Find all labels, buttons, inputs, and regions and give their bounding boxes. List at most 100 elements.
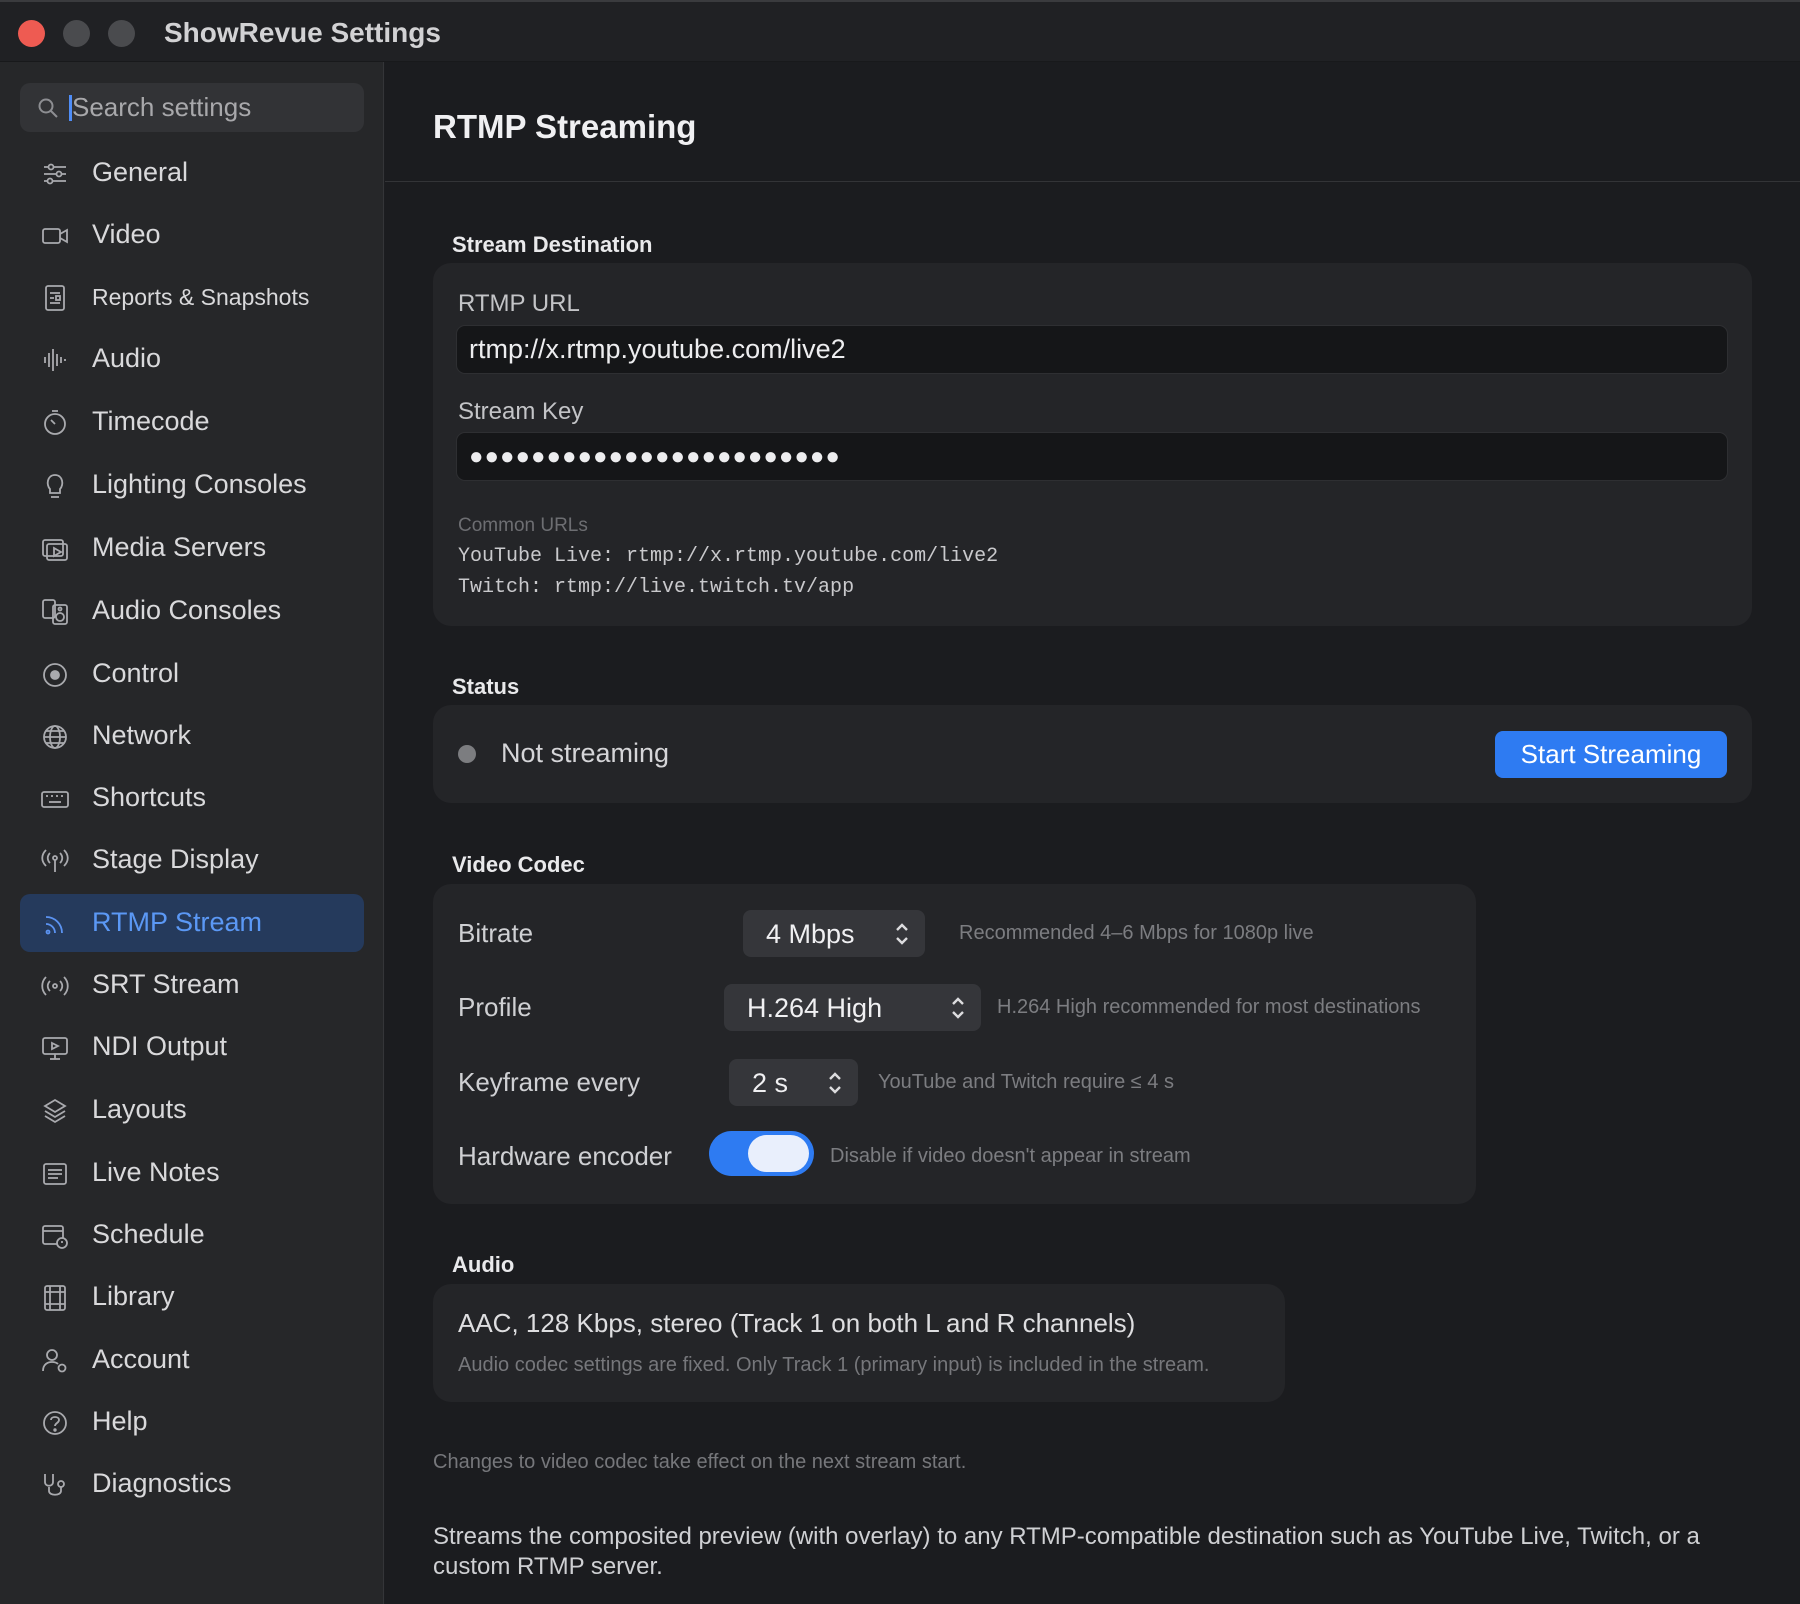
sidebar-item-lighting-consoles[interactable]: Lighting Consoles	[20, 456, 364, 514]
audio-hint: Audio codec settings are fixed. Only Tra…	[458, 1354, 1210, 1376]
page-title: RTMP Streaming	[433, 108, 697, 145]
search-box[interactable]	[20, 83, 364, 132]
help-circle-icon	[40, 1408, 70, 1438]
status-text: Not streaming	[501, 738, 670, 768]
profile-label: Profile	[458, 992, 532, 1022]
sidebar-item-label: Help	[92, 1406, 148, 1436]
sidebar-item-label: Reports & Snapshots	[92, 284, 310, 310]
sidebar-item-label: Shortcuts	[92, 782, 207, 812]
common-urls-title: Common URLs	[458, 515, 588, 536]
keyboard-icon	[40, 784, 70, 814]
maximize-window-button[interactable]	[108, 20, 135, 47]
sidebar-item-label: NDI Output	[92, 1031, 228, 1061]
sidebar-item-reports-snapshots[interactable]: Reports & Snapshots	[20, 268, 364, 326]
video-camera-icon	[40, 221, 70, 251]
audio-summary: AAC, 128 Kbps, stereo (Track 1 on both L…	[458, 1308, 1136, 1338]
sidebar-item-general[interactable]: General	[20, 144, 364, 202]
sidebar-item-ndi-output[interactable]: NDI Output	[20, 1018, 364, 1076]
chevron-up-down-icon	[826, 1070, 844, 1096]
sidebar-item-account[interactable]: Account	[20, 1331, 364, 1389]
sidebar: General Video Reports & Snapshots Audio …	[0, 62, 384, 1604]
sidebar-item-stage-display[interactable]: Stage Display	[20, 831, 364, 889]
stethoscope-icon	[40, 1470, 70, 1500]
title-bar: ShowRevue Settings	[0, 0, 1800, 62]
sidebar-item-srt-stream[interactable]: SRT Stream	[20, 956, 364, 1014]
rtmp-url-field[interactable]: rtmp://x.rtmp.youtube.com/live2	[456, 325, 1728, 374]
status-indicator-dot	[458, 745, 476, 763]
video-codec-card: Bitrate 4 Mbps Recommended 4–6 Mbps for …	[433, 884, 1476, 1204]
sidebar-item-label: SRT Stream	[92, 969, 240, 999]
speaker-icon	[40, 597, 70, 627]
codec-change-note: Changes to video codec take effect on th…	[433, 1451, 967, 1473]
profile-select[interactable]: H.264 High	[724, 984, 981, 1031]
search-input[interactable]	[72, 89, 352, 126]
sidebar-item-label: Network	[92, 720, 192, 750]
stream-key-field[interactable]: ●●●●●●●●●●●●●●●●●●●●●●●●	[456, 432, 1728, 481]
profile-value: H.264 High	[747, 993, 883, 1023]
calendar-clock-icon	[40, 1221, 70, 1251]
sidebar-item-audio-consoles[interactable]: Audio Consoles	[20, 582, 364, 640]
bitrate-stepper[interactable]: 4 Mbps	[743, 910, 925, 957]
sidebar-item-diagnostics[interactable]: Diagnostics	[20, 1455, 364, 1513]
settings-window: ShowRevue Settings General Video Reports…	[0, 0, 1800, 1604]
common-url-youtube: YouTube Live: rtmp://x.rtmp.youtube.com/…	[458, 545, 999, 568]
main-content: RTMP Streaming Stream Destination RTMP U…	[385, 62, 1800, 1604]
sidebar-item-audio[interactable]: Audio	[20, 330, 364, 388]
section-title-stream-destination: Stream Destination	[452, 232, 653, 257]
timer-icon	[40, 408, 70, 438]
sidebar-item-media-servers[interactable]: Media Servers	[20, 519, 364, 577]
sidebar-item-timecode[interactable]: Timecode	[20, 393, 364, 451]
search-icon	[38, 98, 58, 118]
sidebar-item-video[interactable]: Video	[20, 206, 364, 264]
sidebar-item-label: Diagnostics	[92, 1468, 232, 1498]
section-title-video-codec: Video Codec	[452, 852, 585, 877]
chevron-up-down-icon	[893, 921, 911, 947]
toggle-knob	[748, 1135, 809, 1172]
minimize-window-button[interactable]	[63, 20, 90, 47]
close-window-button[interactable]	[18, 20, 45, 47]
globe-icon	[40, 722, 70, 752]
film-icon	[40, 1283, 70, 1313]
layers-icon	[40, 1096, 70, 1126]
rss-icon	[40, 909, 70, 939]
sidebar-item-network[interactable]: Network	[20, 707, 364, 765]
monitor-icon	[40, 1033, 70, 1063]
page-header: RTMP Streaming	[385, 62, 1800, 182]
sidebar-item-library[interactable]: Library	[20, 1268, 364, 1326]
bitrate-hint: Recommended 4–6 Mbps for 1080p live	[959, 922, 1314, 944]
sidebar-item-label: Control	[92, 658, 180, 688]
keyframe-stepper[interactable]: 2 s	[729, 1059, 858, 1106]
audio-card: AAC, 128 Kbps, stereo (Track 1 on both L…	[433, 1284, 1285, 1402]
sidebar-item-label: Account	[92, 1344, 190, 1374]
sidebar-item-label: General	[92, 157, 189, 187]
stream-destination-card: RTMP URL rtmp://x.rtmp.youtube.com/live2…	[433, 263, 1752, 626]
chevron-up-down-icon	[949, 995, 967, 1021]
hardware-encoder-label: Hardware encoder	[458, 1141, 672, 1171]
rtmp-description: Streams the composited preview (with ove…	[433, 1523, 1700, 1580]
sidebar-item-rtmp-stream[interactable]: RTMP Stream	[20, 894, 364, 952]
sidebar-item-schedule[interactable]: Schedule	[20, 1206, 364, 1264]
user-gear-icon	[40, 1346, 70, 1376]
sidebar-item-label: Audio	[92, 343, 162, 373]
keyframe-hint: YouTube and Twitch require ≤ 4 s	[878, 1071, 1174, 1093]
signal-waves-icon	[40, 971, 70, 1001]
rtmp-url-label: RTMP URL	[458, 290, 580, 317]
sliders-icon	[40, 159, 70, 189]
waveform-icon	[40, 345, 70, 375]
broadcast-icon	[40, 846, 70, 876]
keyframe-value: 2 s	[752, 1068, 789, 1098]
bitrate-value: 4 Mbps	[766, 919, 855, 949]
start-streaming-button[interactable]: Start Streaming	[1495, 731, 1727, 778]
sidebar-item-label: Library	[92, 1281, 175, 1311]
sidebar-item-shortcuts[interactable]: Shortcuts	[20, 769, 364, 827]
bitrate-label: Bitrate	[458, 918, 534, 948]
lightbulb-icon	[40, 471, 70, 501]
sidebar-item-help[interactable]: Help	[20, 1393, 364, 1451]
section-title-audio: Audio	[452, 1252, 515, 1277]
sidebar-item-label: Stage Display	[92, 844, 259, 874]
sidebar-item-control[interactable]: Control	[20, 645, 364, 703]
sidebar-item-layouts[interactable]: Layouts	[20, 1081, 364, 1139]
report-icon	[40, 283, 70, 313]
hardware-encoder-toggle[interactable]	[709, 1131, 814, 1176]
sidebar-item-live-notes[interactable]: Live Notes	[20, 1144, 364, 1202]
